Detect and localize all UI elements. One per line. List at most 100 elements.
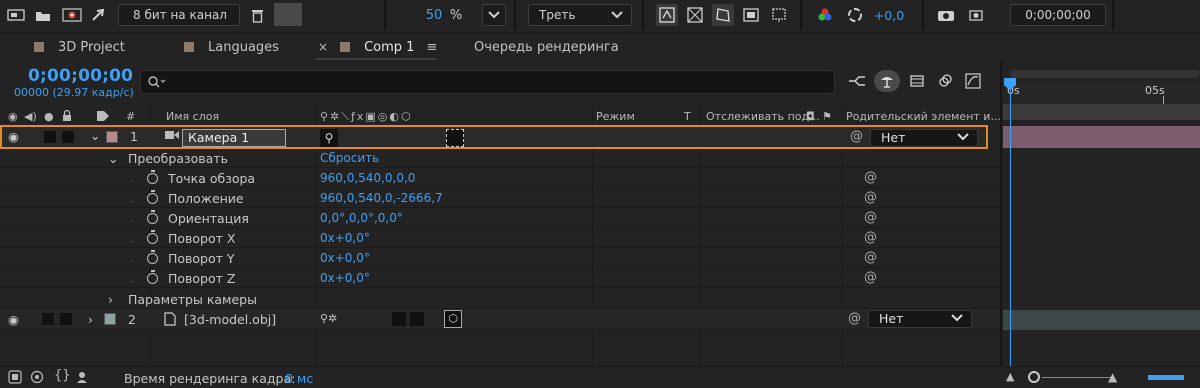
work-area-bar[interactable] (1003, 104, 1200, 120)
expression-pick-whip-icon[interactable]: @ (864, 270, 877, 285)
shy-switch[interactable]: ⚲ (320, 129, 338, 147)
zoom-out-icon[interactable]: ▲ (1006, 370, 1014, 383)
solo-icon[interactable]: ● (44, 110, 54, 123)
column-mode-header[interactable]: Режим (596, 110, 635, 123)
tab-3d-project[interactable]: 3D Project (34, 32, 125, 62)
tab-render-queue[interactable]: Очередь рендеринга (474, 32, 619, 62)
zoom-value[interactable]: 50 (426, 8, 443, 23)
property-value[interactable]: 0x+0,0° (320, 271, 370, 285)
camera-options-group-row[interactable]: › Параметры камеры (0, 289, 1000, 309)
stopwatch-icon[interactable] (147, 190, 158, 204)
reset-transform-link[interactable]: Сбросить (320, 151, 379, 165)
transform-group-row[interactable]: ⌄ Преобразовать Сбросить (0, 148, 1000, 168)
stopwatch-icon[interactable] (147, 230, 158, 244)
frame-blend-switch[interactable] (410, 312, 424, 326)
current-time-field[interactable]: 0;00;00;00 (1010, 4, 1106, 26)
stopwatch-icon[interactable] (147, 270, 158, 284)
trash-icon[interactable] (246, 4, 268, 26)
label-color-swatch[interactable] (106, 131, 118, 143)
audio-icon[interactable]: ◀) (24, 110, 37, 123)
folder-icon[interactable] (32, 4, 54, 26)
lock-icon[interactable] (62, 109, 72, 125)
eye-icon[interactable]: ◉ (8, 312, 19, 327)
expression-pick-whip-icon[interactable]: @ (864, 250, 877, 265)
fast-previews-icon[interactable] (88, 4, 108, 26)
chevron-down-icon[interactable]: ⌄ (108, 151, 118, 166)
view-mode-dropdown[interactable]: Треть (528, 4, 632, 26)
pick-whip-icon[interactable]: @ (850, 129, 863, 144)
close-icon[interactable]: × (318, 40, 328, 54)
stopwatch-icon[interactable] (147, 210, 158, 224)
transfer-controls-toggle-icon[interactable] (30, 370, 44, 387)
grid-toggle-icon[interactable] (684, 4, 706, 26)
column-layer-name-header[interactable]: Имя слоя (166, 110, 219, 123)
region-of-interest-icon[interactable] (4, 4, 28, 26)
layer-row-3d-model[interactable]: ◉ › 2 [3d-model.obj] ⚲✲ ⬡ @ Нет (0, 309, 1000, 330)
lock-toggle[interactable] (62, 131, 74, 143)
zoom-slider-handle[interactable] (1028, 371, 1040, 383)
timeline-scrollbar[interactable] (1148, 375, 1184, 380)
property-value[interactable]: 0,0°,0,0°,0,0° (320, 211, 403, 225)
expression-pick-whip-icon[interactable]: @ (864, 170, 877, 185)
reset-exposure-icon[interactable] (844, 4, 866, 26)
parent-dropdown[interactable]: Нет (870, 129, 978, 147)
lock-toggle[interactable] (60, 313, 72, 325)
3d-model-layer-bar[interactable] (1003, 310, 1200, 330)
camera-layer-bar[interactable] (1003, 126, 1200, 148)
graph-editor-icon[interactable] (962, 70, 984, 92)
expression-pick-whip-icon[interactable]: @ (864, 230, 877, 245)
solo-toggle[interactable] (42, 313, 54, 325)
parent-dropdown[interactable]: Нет (868, 310, 972, 328)
channel-rgb-icon[interactable] (814, 4, 836, 26)
layer-switches-toggle-icon[interactable] (8, 370, 22, 387)
in-out-toggle-icon[interactable]: {} (54, 368, 71, 383)
property-value[interactable]: 960,0,540,0,0,0 (320, 171, 415, 185)
motion-blur-icon[interactable] (934, 70, 956, 92)
zoom-in-icon[interactable]: ▲ (1108, 370, 1117, 384)
label-color-swatch[interactable] (104, 313, 116, 325)
chevron-right-icon[interactable]: › (108, 292, 113, 307)
column-track-matte-header[interactable]: Отслеживать под... (706, 110, 820, 123)
frame-blending-icon[interactable] (906, 70, 928, 92)
background-color-swatch[interactable] (274, 3, 302, 26)
panel-menu-icon[interactable]: ≡ (426, 40, 437, 55)
safe-margins-icon[interactable] (768, 4, 790, 26)
bit-depth-button[interactable]: 8 бит на канал (118, 4, 240, 26)
snapshot-toggle-icon[interactable] (656, 4, 678, 26)
composition-mini-flowchart-icon[interactable] (846, 70, 868, 92)
3d-layer-icon[interactable]: ⬡ (444, 310, 462, 328)
stopwatch-icon[interactable] (147, 250, 158, 264)
property-value[interactable]: 960,0,540,0,-2666,7 (320, 191, 443, 205)
chevron-right-icon[interactable]: › (88, 312, 93, 327)
property-value[interactable]: 0x+0,0° (320, 231, 370, 245)
mask-visibility-icon[interactable] (740, 4, 762, 26)
time-ruler[interactable]: 0s 05s (1003, 82, 1200, 104)
3d-view-icon[interactable] (712, 4, 734, 26)
stopwatch-icon[interactable] (147, 170, 158, 184)
zoom-slider-track[interactable] (1042, 377, 1112, 378)
layer-search-input[interactable] (140, 70, 835, 94)
shy-switch[interactable]: ⚲✲ (320, 312, 337, 325)
column-parent-header[interactable]: Родительский элемент и... (846, 110, 1001, 123)
chevron-down-icon[interactable]: ⌄ (90, 128, 100, 143)
3d-layer-switch[interactable] (446, 129, 464, 147)
current-time-indicator[interactable] (1010, 82, 1011, 370)
show-snapshot-icon[interactable] (964, 4, 988, 26)
zoom-dropdown[interactable] (482, 4, 506, 26)
draft-3d-icon[interactable] (874, 70, 900, 92)
eye-icon[interactable]: ◉ (8, 110, 18, 123)
tab-languages[interactable]: Languages (184, 32, 279, 62)
pick-whip-icon[interactable]: @ (848, 311, 861, 326)
layer-row-camera[interactable]: ◉ ⌄ 1 Камера 1 ⚲ @ Нет (0, 125, 988, 149)
solo-toggle[interactable] (44, 131, 56, 143)
property-value[interactable]: 0x+0,0° (320, 251, 370, 265)
label-tag-icon[interactable] (96, 110, 110, 125)
transparency-grid-icon[interactable] (60, 4, 84, 26)
eye-icon[interactable]: ◉ (8, 129, 19, 144)
render-time-toggle-icon[interactable] (76, 370, 92, 387)
expression-pick-whip-icon[interactable]: @ (864, 190, 877, 205)
time-navigator-bar[interactable] (1010, 70, 1200, 78)
comp-current-time[interactable]: 0;00;00;00 (28, 66, 133, 86)
expression-pick-whip-icon[interactable]: @ (864, 210, 877, 225)
exposure-value[interactable]: +0,0 (874, 8, 904, 23)
